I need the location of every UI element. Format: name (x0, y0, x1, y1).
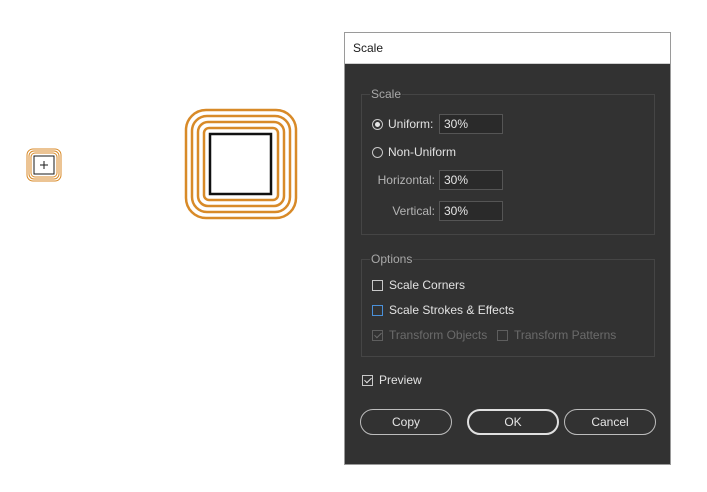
scale-corners-option[interactable]: Scale Corners (372, 278, 465, 292)
copy-button[interactable]: Copy (360, 409, 452, 435)
vertical-label: Vertical: (392, 204, 435, 218)
preview-option[interactable]: Preview (362, 373, 422, 387)
options-group: Options Scale Corners Scale Strokes & Ef… (361, 252, 655, 357)
preview-label: Preview (379, 373, 422, 387)
transform-patterns-option: Transform Patterns (497, 328, 616, 342)
transform-objects-option: Transform Objects (372, 328, 487, 342)
uniform-radio[interactable] (372, 118, 383, 130)
scale-strokes-label: Scale Strokes & Effects (389, 303, 515, 317)
non-uniform-radio[interactable] (372, 146, 383, 158)
scaled-artwork-preview[interactable] (26, 148, 62, 182)
uniform-option[interactable]: Uniform: (372, 117, 433, 131)
horizontal-label: Horizontal: (377, 173, 435, 187)
scale-group: Scale Uniform: Non-Uniform Horizontal: V… (361, 87, 655, 235)
transform-patterns-label: Transform Patterns (514, 328, 617, 342)
transform-objects-label: Transform Objects (389, 328, 488, 342)
scale-strokes-checkbox[interactable] (372, 304, 383, 316)
transform-objects-checkbox (372, 329, 383, 341)
preview-checkbox[interactable] (362, 374, 373, 386)
non-uniform-option[interactable]: Non-Uniform (372, 145, 456, 159)
scale-strokes-option[interactable]: Scale Strokes & Effects (372, 303, 514, 317)
uniform-input[interactable] (439, 114, 503, 134)
scale-corners-label: Scale Corners (389, 278, 466, 292)
scale-dialog: Scale Scale Uniform: Non-Uniform Horizon… (344, 32, 671, 465)
dialog-titlebar[interactable]: Scale (345, 33, 670, 64)
scale-group-label: Scale (370, 87, 403, 101)
dialog-title: Scale (353, 41, 384, 55)
scale-corners-checkbox[interactable] (372, 279, 383, 291)
uniform-label: Uniform: (388, 117, 434, 131)
transform-patterns-checkbox (497, 329, 508, 341)
original-artwork[interactable] (184, 108, 298, 220)
options-group-label: Options (370, 252, 414, 266)
ok-button[interactable]: OK (467, 409, 559, 435)
horizontal-input[interactable] (439, 170, 503, 190)
cancel-button[interactable]: Cancel (564, 409, 656, 435)
non-uniform-label: Non-Uniform (388, 145, 457, 159)
vertical-input[interactable] (439, 201, 503, 221)
